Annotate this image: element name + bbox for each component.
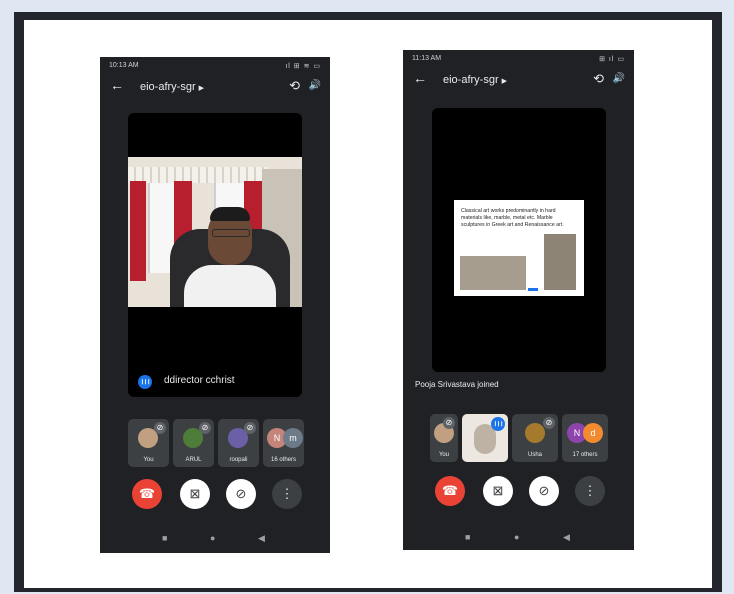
participant-name: ARUL	[185, 457, 202, 463]
mic-off-icon: ⊘	[244, 422, 256, 434]
join-notification: Pooja Srivastava joined	[415, 380, 499, 389]
camera-switch-icon[interactable]: ⟲	[593, 71, 604, 87]
others-tile[interactable]: N m 16 others	[263, 419, 304, 467]
camera-toggle-button[interactable]: ⊠	[483, 476, 513, 506]
recents-icon[interactable]: ■	[162, 533, 167, 543]
back-arrow-icon[interactable]: ←	[413, 70, 427, 86]
participant-tile[interactable]: ⊘ ARUL	[173, 419, 214, 467]
android-navbar: ■ ● ◀	[100, 533, 330, 547]
mic-off-icon: ⊘	[443, 417, 455, 429]
status-bar: 10:13 AM ıl ⊞ ≋ ▭	[100, 57, 330, 73]
recents-icon[interactable]: ■	[465, 532, 470, 542]
sculpture-image	[460, 256, 526, 290]
status-icons: ıl ⊞ ≋ ▭	[285, 63, 321, 70]
speaker-name: ddirector cchrist	[164, 375, 235, 386]
more-options-button[interactable]: ⋮	[272, 479, 302, 509]
meeting-appbar: ← eio-afry-sgr ▶ ⟲ 🔊	[403, 68, 634, 94]
meeting-title[interactable]: eio-afry-sgr ▶	[140, 81, 204, 93]
caret-right-icon: ▶	[198, 85, 205, 92]
others-tile[interactable]: N d 17 others	[562, 414, 608, 462]
status-bar: 11:13 AM ⊞ ıl ▭	[403, 50, 634, 66]
status-time: 11:13 AM	[412, 55, 442, 62]
participant-strip: ⊘ You ⊘ Usha N d 17 others	[430, 414, 610, 462]
back-icon[interactable]: ◀	[563, 532, 570, 543]
slide-text: Classical art works predominantly in har…	[461, 208, 564, 228]
mic-off-icon: ⊘	[154, 422, 166, 434]
more-vert-icon: ⋮	[280, 486, 294, 501]
back-icon[interactable]: ◀	[258, 533, 265, 544]
participant-name: roopali	[229, 457, 248, 463]
status-icons: ⊞ ıl ▭	[599, 56, 625, 63]
presentation-stage: Classical art works predominantly in har…	[432, 108, 606, 372]
participant-strip: ⊘ You ⊘ ARUL ⊘ roopali N m 16 others	[128, 419, 304, 467]
android-navbar: ■ ● ◀	[403, 532, 634, 546]
meeting-appbar: ← eio-afry-sgr ▶ ⟲ 🔊	[100, 75, 330, 101]
camera-toggle-button[interactable]: ⊠	[180, 479, 210, 509]
call-controls: ☎ ⊠ ⊘ ⋮	[435, 476, 605, 508]
back-arrow-icon[interactable]: ←	[110, 77, 124, 93]
speaker-icon[interactable]: 🔊	[309, 80, 321, 91]
camera-off-icon: ⊠	[189, 486, 201, 501]
speaking-indicator-icon	[491, 417, 505, 431]
caret-right-icon: ▶	[501, 78, 508, 85]
status-time: 10:13 AM	[109, 62, 139, 69]
participant-name: You	[438, 452, 450, 458]
end-call-button[interactable]: ☎	[132, 479, 162, 509]
home-icon[interactable]: ●	[514, 532, 519, 542]
mic-off-icon: ⊘	[199, 422, 211, 434]
camera-off-icon: ⊠	[492, 483, 504, 498]
mic-off-icon: ⊘	[543, 417, 555, 429]
camera-switch-icon[interactable]: ⟲	[289, 78, 300, 94]
participant-tile-speaking[interactable]	[462, 414, 508, 462]
mic-toggle-button[interactable]: ⊘	[226, 479, 256, 509]
mic-toggle-button[interactable]: ⊘	[529, 476, 559, 506]
slide-progress	[528, 288, 538, 291]
home-icon[interactable]: ●	[210, 533, 215, 543]
others-count: 16 others	[270, 457, 297, 463]
main-video-stage: ddirector cchrist	[128, 113, 302, 397]
participant-tile[interactable]: ⊘ roopali	[218, 419, 259, 467]
participant-tile[interactable]: ⊘ You	[128, 419, 169, 467]
avatar: d	[583, 423, 603, 443]
avatar	[525, 423, 545, 443]
participant-tile[interactable]: ⊘ Usha	[512, 414, 558, 462]
sculpture-image	[544, 234, 576, 290]
speaker-video	[128, 157, 302, 307]
more-vert-icon: ⋮	[583, 483, 597, 498]
others-count: 17 others	[572, 452, 598, 458]
meeting-title[interactable]: eio-afry-sgr ▶	[443, 74, 507, 86]
avatar: m	[283, 428, 303, 448]
mic-off-icon: ⊘	[538, 483, 550, 498]
participant-tile[interactable]: ⊘ You	[430, 414, 458, 462]
more-options-button[interactable]: ⋮	[575, 476, 605, 506]
participant-name: You	[143, 457, 154, 463]
speaker-icon[interactable]: 🔊	[613, 73, 625, 84]
shared-slide: Classical art works predominantly in har…	[454, 200, 584, 296]
phone-screenshot-1: 10:13 AM ıl ⊞ ≋ ▭ ← eio-afry-sgr▶ ⟲ 🔊 dd…	[100, 57, 330, 553]
end-call-button[interactable]: ☎	[435, 476, 465, 506]
participant-name: Usha	[527, 452, 542, 458]
speaking-indicator-icon	[138, 375, 152, 389]
phone-screenshot-2: 11:13 AM ⊞ ıl ▭ ← eio-afry-sgr ▶ ⟲ 🔊 Clas…	[403, 50, 634, 550]
call-controls: ☎ ⊠ ⊘ ⋮	[132, 479, 302, 511]
mic-off-icon: ⊘	[235, 486, 247, 501]
